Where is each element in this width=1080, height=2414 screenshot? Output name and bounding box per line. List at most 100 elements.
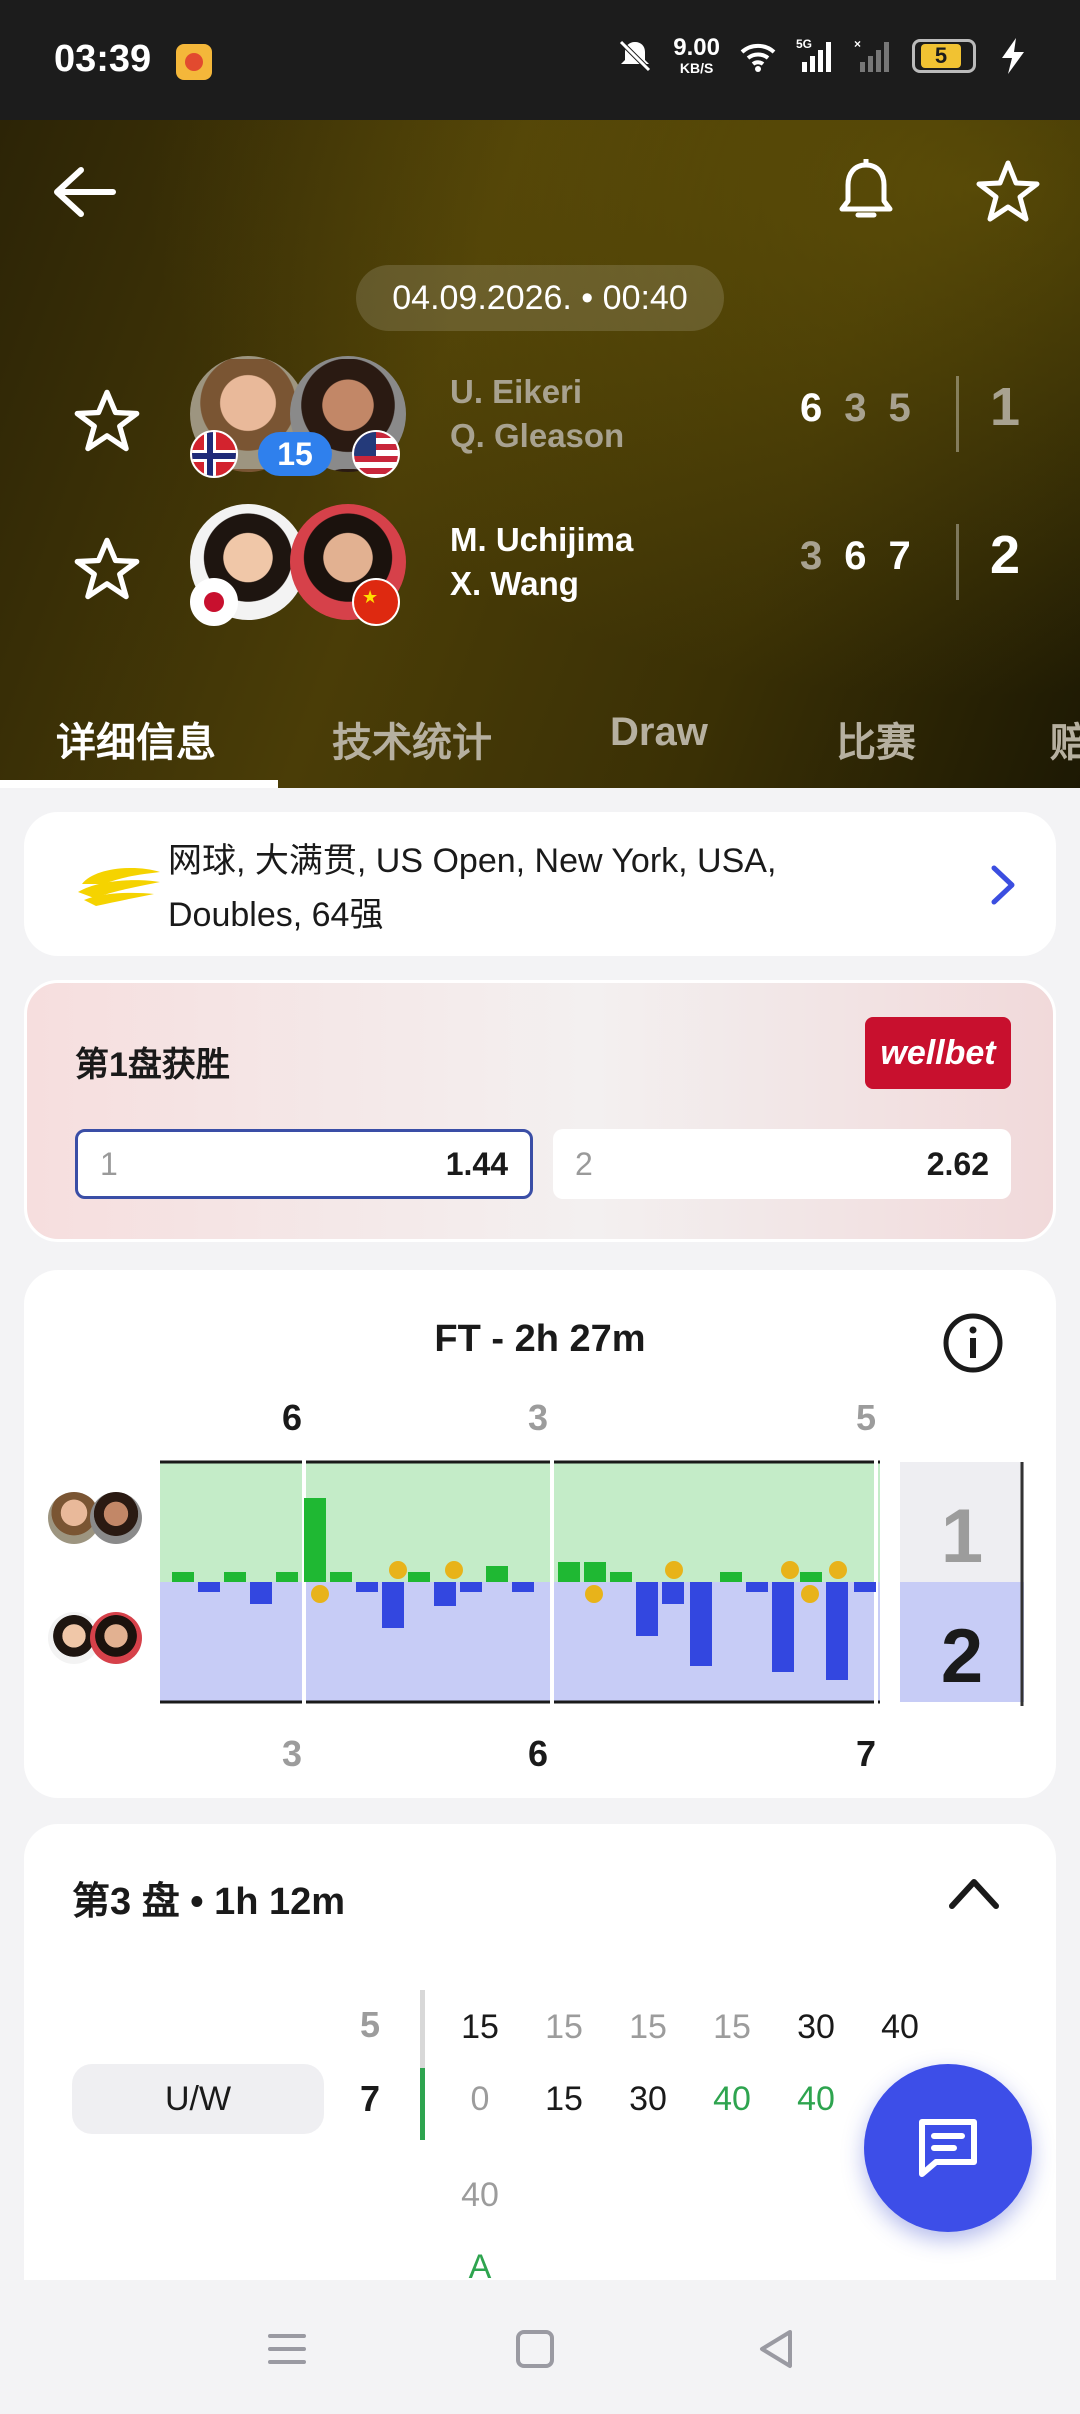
top-set-score-3: 5 xyxy=(856,1397,876,1438)
momentum-chart: 6 3 5 3 6 7 1 2 xyxy=(160,1397,1024,1774)
net-speed-unit: KB/S xyxy=(679,60,714,76)
japan-flag xyxy=(190,578,238,626)
signal-5g-icon: 5G xyxy=(796,37,831,72)
break-point-marker xyxy=(445,1561,463,1579)
favorite-match-button[interactable] xyxy=(968,152,1048,232)
point-bottom-4: 40 xyxy=(713,2080,751,2118)
chevron-right-icon xyxy=(991,865,1015,905)
system-navigation-bar xyxy=(0,2280,1080,2414)
break-point-marker xyxy=(829,1561,847,1579)
match-header: 04.09.2026. • 00:40 15 U. Eikeri Q. Glea… xyxy=(0,120,1080,788)
team-1-favorite-icon[interactable] xyxy=(72,386,142,456)
team-2-avatars: ★ xyxy=(190,504,410,634)
tournament-card[interactable]: 网球, 大满贯, US Open, New York, USA, Doubles… xyxy=(24,812,1056,956)
chat-icon xyxy=(919,2119,977,2177)
momentum-bar xyxy=(460,1582,482,1592)
score-divider xyxy=(956,524,959,600)
momentum-bar xyxy=(382,1582,404,1628)
svg-text:5G: 5G xyxy=(796,37,812,51)
team-1-set-3: 5 xyxy=(888,386,911,430)
momentum-bar xyxy=(224,1572,246,1582)
momentum-bar xyxy=(198,1582,220,1592)
back-arrow-icon xyxy=(54,167,116,217)
status-time: 03:39 xyxy=(54,38,152,80)
top-set-score-2: 3 xyxy=(528,1397,548,1438)
bookmaker-logo[interactable]: wellbet xyxy=(865,1017,1011,1089)
net-speed-value: 9.00 xyxy=(673,34,720,61)
team-1-player-2: Q. Gleason xyxy=(450,417,625,454)
team-row-1[interactable]: 15 U. Eikeri Q. Gleason 6 3 5 1 xyxy=(0,356,1080,486)
server-label: U/W xyxy=(72,2064,324,2134)
point-bottom-5: 40 xyxy=(797,2080,835,2118)
menu-icon[interactable] xyxy=(262,2324,312,2374)
momentum-bar xyxy=(746,1582,768,1592)
point-bottom-3: 30 xyxy=(629,2080,667,2118)
tournament-line-2: Doubles, 64强 xyxy=(168,896,384,934)
momentum-bar xyxy=(800,1572,822,1582)
active-tab-indicator xyxy=(0,780,278,788)
tournament-line-1: 网球, 大满贯, US Open, New York, USA, xyxy=(168,842,777,880)
break-point-marker xyxy=(665,1561,683,1579)
team-row-2[interactable]: ★ M. Uchijima X. Wang 3 6 7 2 xyxy=(0,504,1080,634)
odds-option-2[interactable]: 2 2.62 xyxy=(553,1129,1011,1199)
signal-no-sim-icon: × xyxy=(854,37,889,72)
notification-button[interactable] xyxy=(826,152,906,232)
match-datetime: 04.09.2026. • 00:40 xyxy=(356,265,724,331)
team-2-sets-won: 2 xyxy=(990,525,1021,585)
wifi-icon xyxy=(740,43,776,72)
odds-market-title: 第1盘获胜 xyxy=(75,1046,230,1084)
momentum-bar xyxy=(356,1582,378,1592)
team-1-set-1: 6 xyxy=(800,386,823,430)
team-2-player-2: X. Wang xyxy=(450,565,579,602)
bottom-set-score-1: 3 xyxy=(282,1733,302,1774)
seed-badge: 15 xyxy=(258,432,332,476)
team-2-set-2: 6 xyxy=(844,534,867,578)
team-1-avatars: 15 xyxy=(190,356,410,486)
momentum-bar xyxy=(826,1582,848,1680)
weibo-app-icon xyxy=(176,44,212,80)
back-button[interactable] xyxy=(44,152,124,232)
team-2-names: M. Uchijima X. Wang xyxy=(450,518,633,606)
odds-option-1-value: 1.44 xyxy=(445,1145,508,1182)
team-1-sets-total: 1 xyxy=(941,1494,983,1579)
team-2-set-3: 7 xyxy=(888,534,911,578)
bottom-set-score-3: 7 xyxy=(856,1733,876,1774)
score-divider xyxy=(956,376,959,452)
momentum-bar xyxy=(558,1562,580,1582)
chat-button[interactable] xyxy=(864,2064,1032,2232)
point-top-5: 30 xyxy=(797,2008,835,2046)
back-nav-icon[interactable] xyxy=(752,2324,802,2374)
team-1-player-1: U. Eikeri xyxy=(450,373,583,410)
us-open-logo xyxy=(78,868,160,906)
momentum-bar xyxy=(512,1582,534,1592)
chevron-up-icon[interactable] xyxy=(944,1868,1004,1918)
battery-level: 5 xyxy=(921,44,961,68)
tab-matches[interactable]: 比赛 xyxy=(836,710,916,768)
team-2-favorite-icon[interactable] xyxy=(72,534,142,604)
momentum-bar xyxy=(250,1582,272,1604)
point-extra-top: 40 xyxy=(461,2176,499,2214)
momentum-bar xyxy=(408,1572,430,1582)
break-point-marker xyxy=(801,1585,819,1603)
tab-odds[interactable]: 赔 xyxy=(1050,710,1080,768)
tab-statistics[interactable]: 技术统计 xyxy=(332,710,492,768)
break-point-marker xyxy=(585,1585,603,1603)
odds-option-1[interactable]: 1 1.44 xyxy=(75,1129,533,1199)
usa-flag xyxy=(352,430,400,478)
momentum-bar xyxy=(304,1498,326,1582)
home-icon[interactable] xyxy=(510,2324,560,2374)
team-1-names: U. Eikeri Q. Gleason xyxy=(450,370,624,458)
top-set-score-1: 6 xyxy=(282,1397,302,1438)
team-1-set-2: 3 xyxy=(844,386,867,430)
momentum-bar xyxy=(172,1572,194,1582)
momentum-bar xyxy=(720,1572,742,1582)
point-bottom-2: 15 xyxy=(545,2080,583,2118)
tab-details[interactable]: 详细信息 xyxy=(56,710,216,768)
break-point-marker xyxy=(781,1561,799,1579)
point-top-4: 15 xyxy=(713,2008,751,2046)
team-2-set-scores: 3 6 7 xyxy=(800,534,911,579)
svg-text:×: × xyxy=(854,37,861,51)
tab-draw[interactable]: Draw xyxy=(610,710,708,755)
team-1-sets-won: 1 xyxy=(990,377,1021,437)
star-icon xyxy=(976,160,1040,222)
